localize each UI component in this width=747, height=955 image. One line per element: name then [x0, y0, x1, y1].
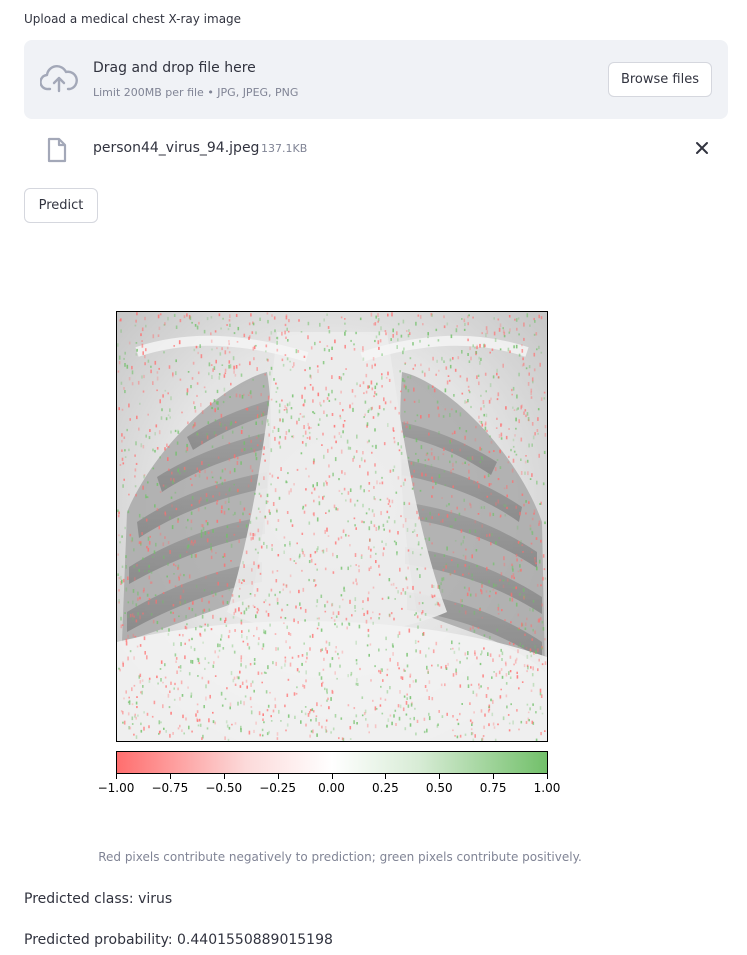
colorbar-tick-label: 0.25 — [372, 781, 399, 795]
dropzone-title: Drag and drop file here — [93, 60, 256, 76]
colorbar-tick-label: −0.75 — [151, 781, 189, 795]
colorbar-tick-label: 0.50 — [425, 781, 453, 795]
predicted-class: Predicted class: virus — [24, 891, 173, 907]
file-limit-text: Limit 200MB per file • JPG, JPEG, PNG — [93, 86, 299, 99]
colorbar-tick-label: −0.50 — [205, 781, 243, 795]
predicted-probability: Predicted probability: 0.440155088901519… — [24, 932, 333, 948]
browse-files-button[interactable]: Browse files — [607, 62, 712, 97]
close-icon[interactable] — [694, 140, 710, 156]
colorbar-tick — [385, 774, 387, 779]
colorbar-tick-label: −0.25 — [259, 781, 297, 795]
colorbar-tick — [169, 774, 171, 779]
uploader-label: Upload a medical chest X-ray image — [24, 12, 242, 26]
colorbar-tick — [223, 774, 225, 779]
colorbar-tick-label: −1.00 — [97, 781, 135, 795]
cloud-upload-icon — [40, 65, 78, 93]
colorbar-tick — [493, 774, 495, 779]
colorbar-tick-label: 1.00 — [533, 781, 561, 795]
colorbar-tick — [277, 774, 279, 779]
colorbar-tick-label: 0.00 — [318, 781, 345, 795]
colorbar — [116, 751, 548, 774]
colorbar-tick — [116, 774, 117, 779]
explanation-caption: Red pixels contribute negatively to pred… — [98, 850, 582, 864]
colorbar-tick — [331, 774, 333, 779]
file-dropzone[interactable]: Drag and drop file here Limit 200MB per … — [24, 40, 728, 119]
predict-button[interactable]: Predict — [24, 188, 98, 223]
file-size: 137.1KB — [261, 142, 308, 155]
file-name: person44_virus_94.jpeg — [93, 140, 260, 156]
colorbar-tick — [547, 774, 548, 779]
explanation-heatmap-image — [116, 311, 548, 742]
colorbar-tick — [439, 774, 441, 779]
colorbar-tick-label: 0.75 — [479, 781, 507, 795]
file-icon — [47, 137, 67, 163]
uploaded-file-item: person44_virus_94.jpeg 137.1KB — [24, 134, 728, 164]
